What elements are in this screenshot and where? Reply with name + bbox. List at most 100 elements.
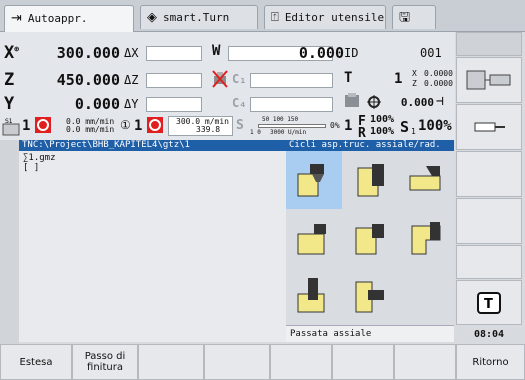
cycle-grid [286, 151, 454, 325]
axis-z-value: 450.000 [56, 71, 120, 89]
delta-z-label: ΔZ [124, 73, 139, 87]
softkey-empty-4[interactable] [204, 344, 270, 380]
spindle-s1-icon: S1 [2, 118, 20, 136]
w-value: 0.000 [298, 44, 344, 62]
delta-z-field [146, 73, 202, 88]
cycle-panel-title: Cicli asp.truc. assiale/rad. [286, 140, 454, 151]
radial-roughing-icon [357, 164, 384, 197]
spindle-blocked-icon [212, 70, 228, 88]
right-key-4[interactable] [456, 198, 522, 244]
right-key-3[interactable] [456, 151, 522, 197]
t-label: T [344, 70, 353, 86]
clock: 08:04 [473, 329, 505, 340]
right-key-t[interactable]: T [456, 280, 522, 325]
axis-y-label: Y [4, 94, 15, 114]
softkey-ritorno[interactable]: Ritorno [456, 344, 525, 380]
softkey-empty-3[interactable] [138, 344, 204, 380]
left-margin [0, 140, 19, 344]
softkey-empty-7[interactable] [394, 344, 456, 380]
cycle-radial-roughing[interactable] [342, 151, 398, 209]
tool-holder-icon [474, 122, 505, 132]
axis-z-label: Z [4, 70, 15, 90]
stop-icon-2 [147, 117, 163, 133]
third-value: 0.000 [400, 96, 434, 109]
program-line[interactable]: ∑1.gmz [23, 153, 282, 163]
svg-text:S1: S1 [5, 118, 13, 125]
axial-contour-icon [409, 166, 441, 191]
stop-icon [35, 117, 51, 133]
delta-y-field [146, 97, 202, 112]
right-key-tool[interactable] [456, 104, 522, 150]
tool-t-icon: T [477, 291, 501, 314]
cycle-axial-finishing[interactable] [286, 209, 342, 267]
s-label: S [236, 118, 244, 133]
cycle-radial-plunge[interactable] [342, 267, 398, 325]
tab-bar: ⇥ Autoappr. ◈ smart.Turn ⍐ Editor utensi… [0, 0, 525, 32]
arrow-diamond-icon: ◈ [147, 9, 157, 25]
axial-plunge-icon [297, 278, 325, 313]
cycle-radial-contour[interactable] [398, 209, 454, 267]
tab-label: Editor utensile [284, 10, 385, 24]
tab-label: Autoappr. [27, 12, 88, 25]
radial-plunge-icon [355, 281, 384, 313]
cycle-axial-roughing[interactable] [286, 151, 342, 209]
id-value: 001 [420, 46, 442, 60]
t-value: 1 [394, 71, 403, 87]
feed-2: 0.0 mm/min [66, 125, 115, 134]
svg-text:T: T [484, 297, 493, 312]
c4-field [250, 97, 333, 112]
r-label: R [358, 126, 366, 141]
axis-y-value: 0.000 [74, 95, 120, 113]
pin-icon: ⊣ [436, 94, 444, 109]
s-pct-value: 100% [418, 118, 452, 134]
tab-label: smart.Turn [163, 10, 230, 24]
z-offset: 0.0000 [424, 79, 453, 88]
right-key-5[interactable] [456, 245, 522, 279]
radial-finishing-icon [355, 224, 384, 255]
position-display: X⊕ 300.000 ΔX W 0.000 ID 001 Z 450.000 Δ… [0, 32, 455, 141]
s-pct-idx: 1 [411, 127, 416, 136]
c1-field [250, 73, 333, 88]
tab-autoappr[interactable]: ⇥ Autoappr. [4, 5, 134, 32]
w-label: W [212, 43, 221, 59]
spindle-number: 1 [22, 118, 31, 134]
softkey-empty-6[interactable] [332, 344, 394, 380]
id-label: ID [344, 46, 359, 60]
delta-x-label: ΔX [124, 46, 139, 60]
axial-finishing-icon [297, 224, 326, 255]
right-key-top[interactable] [456, 32, 522, 56]
tab-editor-utensile[interactable]: ⍐ Editor utensile [264, 5, 386, 29]
channel-1-label: ① [120, 118, 131, 132]
program-editor[interactable]: ∑1.gmz [ ] [19, 151, 286, 342]
delta-y-label: ΔY [124, 97, 139, 111]
tool-offset-icon [345, 93, 381, 109]
program-line[interactable]: [ ] [23, 163, 282, 173]
cycle-axial-plunge[interactable] [286, 267, 342, 325]
axial-roughing-icon [297, 164, 324, 197]
c4-label: C₄ [232, 96, 247, 110]
cycle-axial-roughing-contour[interactable] [398, 151, 454, 209]
x-offset-label: X [412, 69, 417, 78]
z-offset-label: Z [412, 79, 417, 88]
tab-save[interactable]: 🖫 [392, 5, 436, 29]
feed-4: 339.8 [196, 125, 221, 134]
s-speed: 3000 U/min [270, 129, 307, 136]
channel-1-value: 1 [134, 118, 143, 134]
radial-contour-icon [411, 222, 441, 255]
c1-label: C₁ [232, 72, 247, 86]
ch1b-value: 1 [344, 118, 353, 134]
softkey-estesa[interactable]: Estesa [0, 344, 72, 380]
cycle-radial-finishing[interactable] [342, 209, 398, 267]
softkey-passo-finitura[interactable]: Passo di finitura [72, 344, 138, 380]
x-offset: 0.0000 [424, 69, 453, 78]
tab-smart-turn[interactable]: ◈ smart.Turn [140, 5, 258, 29]
right-key-machine[interactable] [456, 57, 522, 103]
tool-editor-icon: ⍐ [271, 9, 279, 25]
softkey-empty-5[interactable] [270, 344, 332, 380]
r-pct: 100% [370, 126, 395, 137]
machine-icon [466, 70, 511, 90]
cycle-panel-footer: Passata assiale [286, 325, 454, 342]
axis-x-value: 300.000 [56, 44, 120, 62]
program-path: TNC:\Project\BHB_KAPITEL4\gtz\1 [19, 140, 286, 151]
f-pct: 100% [370, 114, 395, 125]
